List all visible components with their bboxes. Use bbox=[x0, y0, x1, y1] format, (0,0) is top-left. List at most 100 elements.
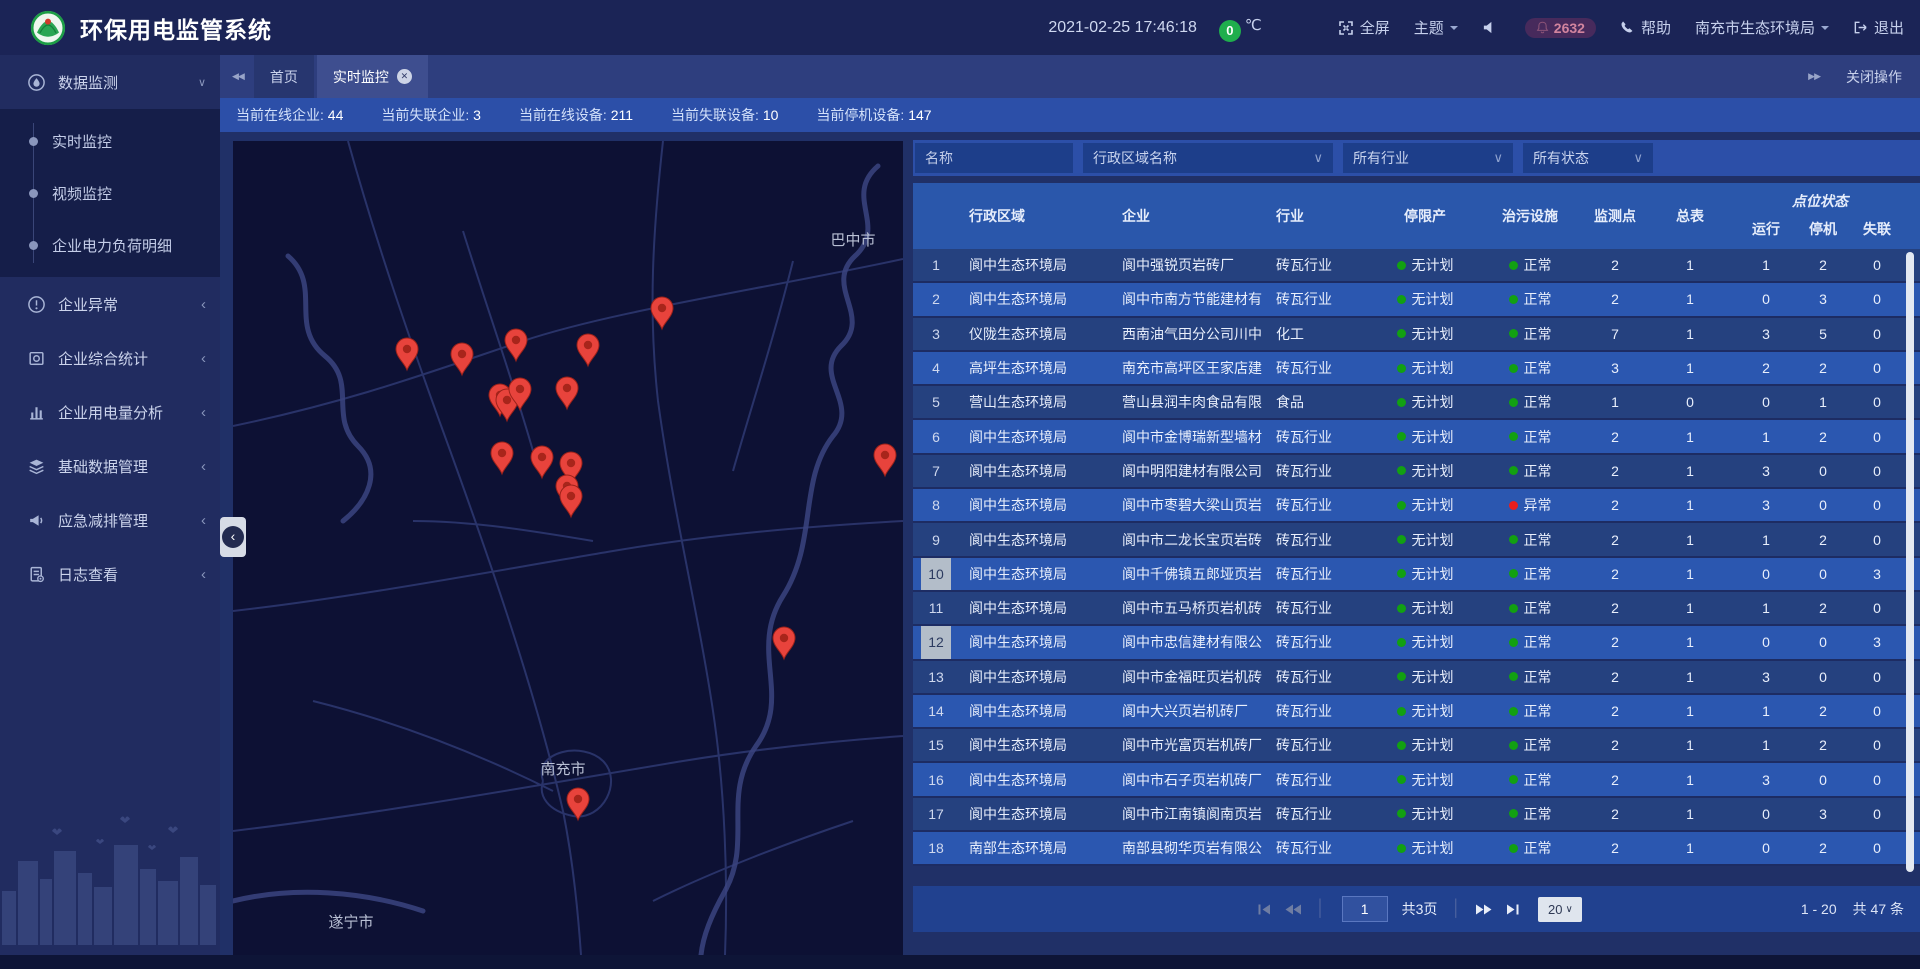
tab-home[interactable]: 首页 bbox=[254, 55, 314, 98]
table-row[interactable]: 4高坪生态环境局南充市高坪区王家店建砖瓦行业无计划正常31220 bbox=[913, 352, 1920, 386]
limit-status-label: 无计划 bbox=[1412, 632, 1454, 652]
sidebar-subitem-realtime-monitoring[interactable]: 实时监控 bbox=[0, 115, 220, 167]
table-row[interactable]: 15阆中生态环境局阆中市光富页岩机砖厂砖瓦行业无计划正常21120 bbox=[913, 729, 1920, 763]
table-row[interactable]: 12阆中生态环境局阆中市忠信建材有限公砖瓦行业无计划正常21003 bbox=[913, 626, 1920, 660]
table-row[interactable]: 6阆中生态环境局阆中市金博瑞新型墙材砖瓦行业无计划正常21120 bbox=[913, 420, 1920, 454]
monitor-points-cell: 3 bbox=[1585, 352, 1645, 384]
chevron-down-icon: ∨ bbox=[198, 76, 206, 89]
page-size-select[interactable]: 20 ∨ bbox=[1538, 897, 1582, 922]
lost-cell: 0 bbox=[1849, 318, 1905, 350]
fullscreen-button[interactable]: 全屏 bbox=[1338, 17, 1390, 38]
industry-filter-select[interactable]: 所有行业 ∨ bbox=[1343, 143, 1513, 173]
map-canvas[interactable]: 巴中市南充市遂宁市 bbox=[233, 141, 903, 955]
lost-cell: 0 bbox=[1849, 386, 1905, 418]
notification-badge[interactable]: 2632 bbox=[1525, 18, 1596, 38]
running-cell: 3 bbox=[1735, 661, 1797, 693]
stopped-cell: 2 bbox=[1797, 352, 1849, 384]
treatment-status-cell: 正常 bbox=[1475, 455, 1585, 487]
row-index-value: 2 bbox=[921, 283, 951, 315]
region-filter-select[interactable]: 行政区域名称 ∨ bbox=[1083, 143, 1333, 173]
theme-dropdown[interactable]: 主题 bbox=[1414, 17, 1458, 38]
table-scrollbar-thumb[interactable] bbox=[1906, 252, 1914, 872]
table-header: 行政区域企业行业停限产治污设施监测点总表点位状态运行停机失联 bbox=[913, 183, 1920, 249]
table-row[interactable]: 3仪陇生态环境局西南油气田分公司川中化工无计划正常71350 bbox=[913, 318, 1920, 352]
treatment-status-label: 正常 bbox=[1524, 289, 1552, 309]
treatment-status-cell: 异常 bbox=[1475, 489, 1585, 521]
city-skyline-decoration bbox=[0, 815, 220, 945]
total-meters-cell: 1 bbox=[1645, 763, 1735, 795]
table-row[interactable]: 14阆中生态环境局阆中大兴页岩机砖厂砖瓦行业无计划正常21120 bbox=[913, 695, 1920, 729]
table-row[interactable]: 1阆中生态环境局阆中强锐页岩砖厂砖瓦行业无计划正常21120 bbox=[913, 249, 1920, 283]
sidebar-item-enterprise-abnormal[interactable]: 企业异常‹ bbox=[0, 277, 220, 331]
name-filter-input[interactable] bbox=[915, 143, 1073, 173]
tabs-scroll-left-icon[interactable]: ◀◀ bbox=[232, 71, 244, 82]
table-row[interactable]: 9阆中生态环境局阆中市二龙长宝页岩砖砖瓦行业无计划正常21120 bbox=[913, 523, 1920, 557]
close-actions-button[interactable]: 关闭操作 bbox=[1846, 67, 1902, 87]
tabs-scroll-right-icon[interactable]: ▶▶ bbox=[1808, 71, 1820, 82]
first-page-button[interactable] bbox=[1258, 904, 1271, 915]
table-row[interactable]: 13阆中生态环境局阆中市金福旺页岩机砖砖瓦行业无计划正常21300 bbox=[913, 661, 1920, 695]
monitor-points-cell: 2 bbox=[1585, 661, 1645, 693]
logout-button[interactable]: 退出 bbox=[1853, 17, 1904, 38]
sidebar-item-label: 基础数据管理 bbox=[58, 456, 201, 477]
map-city-label: 巴中市 bbox=[830, 232, 875, 249]
row-index-value: 12 bbox=[921, 626, 951, 658]
fullscreen-label: 全屏 bbox=[1360, 17, 1390, 38]
map-collapse-button[interactable]: ‹ bbox=[220, 517, 246, 557]
sidebar-item-enterprise-statistics[interactable]: 企业综合统计‹ bbox=[0, 331, 220, 385]
divider: │ bbox=[1451, 900, 1461, 918]
app-logo-icon bbox=[30, 10, 66, 46]
org-dropdown[interactable]: 南充市生态环境局 bbox=[1695, 17, 1829, 38]
map-panel[interactable]: 巴中市南充市遂宁市 bbox=[233, 141, 903, 955]
table-row[interactable]: 5营山生态环境局营山县润丰肉食品有限食品无计划正常10010 bbox=[913, 386, 1920, 420]
table-row[interactable]: 2阆中生态环境局阆中市南方节能建材有砖瓦行业无计划正常21030 bbox=[913, 283, 1920, 317]
table-row[interactable]: 10阆中生态环境局阆中千佛镇五郎垭页岩砖瓦行业无计划正常21003 bbox=[913, 558, 1920, 592]
running-cell: 0 bbox=[1735, 798, 1797, 830]
treatment-status-label: 正常 bbox=[1524, 427, 1552, 447]
monitor-points-cell: 2 bbox=[1585, 283, 1645, 315]
table-row[interactable]: 8阆中生态环境局阆中市枣碧大梁山页岩砖瓦行业无计划异常21300 bbox=[913, 489, 1920, 523]
sidebar-item-base-data-management[interactable]: 基础数据管理‹ bbox=[0, 439, 220, 493]
stopped-cell: 0 bbox=[1797, 558, 1849, 590]
table-row[interactable]: 11阆中生态环境局阆中市五马桥页岩机砖砖瓦行业无计划正常21120 bbox=[913, 592, 1920, 626]
table-row[interactable]: 16阆中生态环境局阆中市石子页岩机砖厂砖瓦行业无计划正常21300 bbox=[913, 763, 1920, 797]
table-row[interactable]: 17阆中生态环境局阆中市江南镇阆南页岩砖瓦行业无计划正常21030 bbox=[913, 798, 1920, 832]
stopped-cell: 2 bbox=[1797, 523, 1849, 555]
sidebar-subitem-video-monitoring[interactable]: 视频监控 bbox=[0, 167, 220, 219]
next-page-button[interactable] bbox=[1476, 904, 1492, 915]
sidebar-subitem-power-load-detail[interactable]: 企业电力负荷明细 bbox=[0, 219, 220, 271]
stopped-cell: 2 bbox=[1797, 249, 1849, 281]
region-cell: 阆中生态环境局 bbox=[959, 489, 1113, 521]
limit-status-cell: 无计划 bbox=[1375, 626, 1475, 658]
sidebar-item-log-view[interactable]: 日志查看‹ bbox=[0, 547, 220, 601]
prev-page-button[interactable] bbox=[1285, 904, 1301, 915]
tab-label: 首页 bbox=[270, 67, 298, 87]
status-dot bbox=[1509, 638, 1518, 647]
sidebar-item-label: 日志查看 bbox=[58, 564, 201, 585]
stat-label: 当前失联企业: bbox=[381, 107, 473, 123]
table-row[interactable]: 18南部生态环境局南部县砌华页岩有限公砖瓦行业无计划正常21020 bbox=[913, 832, 1920, 866]
table-row[interactable]: 7阆中生态环境局阆中明阳建材有限公司砖瓦行业无计划正常21300 bbox=[913, 455, 1920, 489]
last-page-button[interactable] bbox=[1506, 904, 1519, 915]
status-filter-select[interactable]: 所有状态 ∨ bbox=[1523, 143, 1653, 173]
status-dot bbox=[1509, 432, 1518, 441]
speaker-button[interactable] bbox=[1482, 20, 1503, 35]
stat-item: 当前失联设备: 10 bbox=[671, 105, 778, 125]
lost-cell: 0 bbox=[1849, 489, 1905, 521]
industry-cell: 砖瓦行业 bbox=[1271, 798, 1375, 830]
chevron-left-icon: ‹ bbox=[222, 526, 244, 548]
sidebar-item-data-monitoring[interactable]: 数据监测∨ bbox=[0, 55, 220, 109]
sidebar-item-emergency-reduction[interactable]: 应急减排管理‹ bbox=[0, 493, 220, 547]
stopped-cell: 2 bbox=[1797, 695, 1849, 727]
lost-cell: 0 bbox=[1849, 249, 1905, 281]
tab-realtime[interactable]: 实时监控 ✕ bbox=[317, 55, 428, 98]
help-button[interactable]: 帮助 bbox=[1620, 17, 1671, 38]
tab-label: 实时监控 bbox=[333, 67, 389, 87]
sidebar-item-power-usage-analysis[interactable]: 企业用电量分析‹ bbox=[0, 385, 220, 439]
row-index-value: 9 bbox=[921, 523, 951, 555]
running-cell: 1 bbox=[1735, 420, 1797, 452]
page-number-input[interactable]: 1 bbox=[1342, 896, 1388, 922]
chevron-down-icon: ∨ bbox=[1633, 150, 1643, 166]
close-icon[interactable]: ✕ bbox=[397, 69, 412, 84]
stopped-cell: 3 bbox=[1797, 798, 1849, 830]
